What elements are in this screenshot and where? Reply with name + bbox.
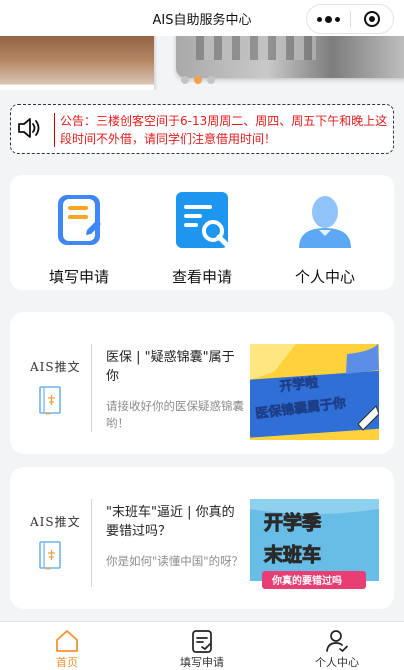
banner-slide-previous[interactable]	[0, 36, 154, 90]
fill-application-label: 填写申请	[48, 268, 109, 286]
close-mini-program-icon[interactable]	[350, 5, 393, 33]
thumbnail-headline: 开学季	[264, 511, 321, 534]
banner-slide-current[interactable]	[176, 36, 404, 78]
article-brand: AIS推文	[30, 515, 81, 529]
book-icon	[39, 541, 61, 570]
thumbnail-caption: 你真的要错过吗	[271, 574, 342, 587]
tab-personal-center[interactable]: 个人中心	[282, 624, 392, 670]
fill-application-button[interactable]: 填写申请	[24, 190, 134, 285]
personal-center-label: 个人中心	[294, 268, 355, 286]
article-thumbnail: 开学季 末班车 你真的要错过吗	[250, 499, 379, 595]
article-description: 你是如何"读懂中国"的呀？	[106, 554, 244, 568]
user-icon	[326, 630, 348, 653]
thumbnail-subheadline: 末班车	[264, 543, 321, 566]
article-title: "末班车"逼近 | 你真的要错过吗？	[106, 505, 235, 539]
carousel-dot[interactable]	[207, 76, 215, 84]
tab-home-label: 首页	[56, 656, 78, 669]
article-card[interactable]: AIS推文 "末班车"逼近 | 你真的要错过吗？ 你是如何"读懂中国"的呀？ 开…	[10, 467, 394, 609]
view-application-label: 查看申请	[171, 268, 232, 286]
mini-program-capsule	[306, 4, 394, 34]
personal-center-icon	[299, 196, 351, 248]
tab-home[interactable]: 首页	[12, 624, 122, 670]
navigation-bar: AIS自助服务中心	[0, 0, 404, 36]
article-card[interactable]: AIS推文 医保 | "疑惑锦囊"属于你 请接收好你的医保疑惑锦囊哟！ 开学啦 …	[10, 312, 394, 454]
announcement-text: 公告：三楼创客空间于6-13周周二、周四、周五下午和晚上这段时间不外借，请同学们…	[60, 114, 388, 146]
function-card: 填写申请 查看申请 个人中心	[10, 175, 394, 290]
article-divider	[91, 344, 92, 432]
tab-personal-center-label: 个人中心	[315, 656, 359, 669]
article-thumbnail: 开学啦 医保锦囊属于你	[250, 344, 379, 440]
fill-form-icon	[58, 195, 101, 245]
more-menu-icon[interactable]	[307, 5, 350, 33]
tab-fill-application-label: 填写申请	[180, 656, 224, 669]
home-icon	[56, 630, 78, 652]
article-divider	[91, 499, 92, 587]
view-application-icon	[176, 192, 230, 248]
carousel-indicator	[181, 76, 215, 84]
announcement-divider	[54, 113, 55, 147]
book-icon	[39, 386, 61, 415]
article-description: 请接收好你的医保疑惑锦囊哟！	[106, 399, 244, 430]
carousel-dot[interactable]	[181, 76, 189, 84]
tab-fill-application[interactable]: 填写申请	[147, 624, 257, 670]
article-brand: AIS推文	[30, 360, 81, 374]
bottom-tab-bar: 首页 填写申请 个人中心	[0, 621, 404, 670]
speaker-icon	[18, 118, 40, 138]
carousel-dot-active[interactable]	[194, 76, 202, 84]
view-application-button[interactable]: 查看申请	[147, 190, 257, 285]
personal-center-button[interactable]: 个人中心	[270, 190, 380, 285]
edit-form-icon	[192, 630, 212, 653]
announcement-bar: 公告：三楼创客空间于6-13周周二、周四、周五下午和晚上这段时间不外借，请同学们…	[10, 104, 394, 154]
article-title: 医保 | "疑惑锦囊"属于你	[106, 350, 235, 384]
